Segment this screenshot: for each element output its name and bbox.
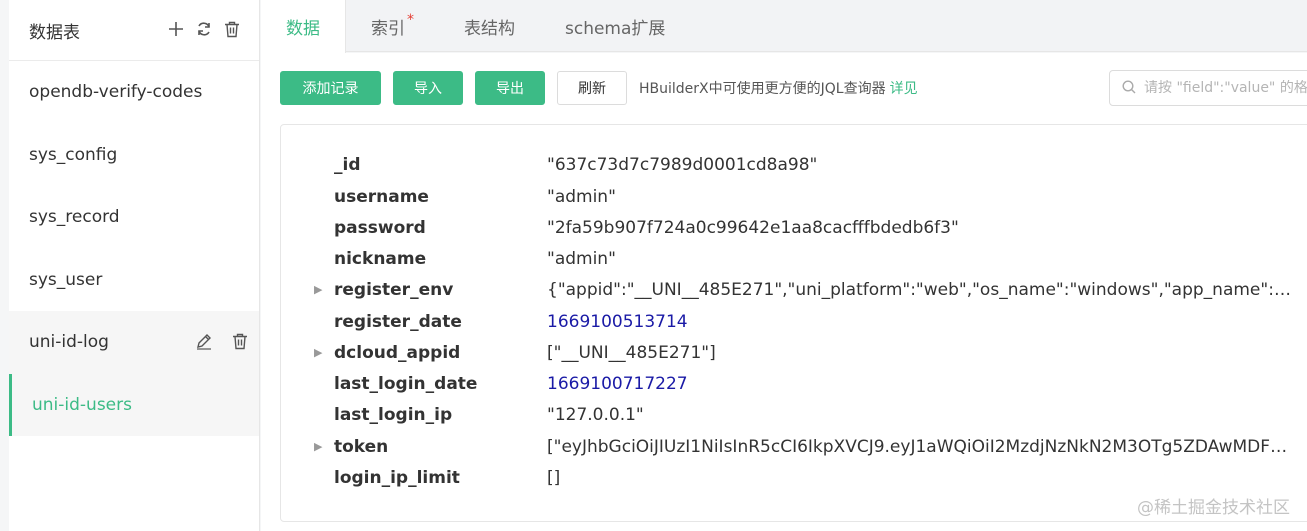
collection-item-label: sys_config — [29, 144, 118, 165]
field-key: last_login_date — [334, 373, 478, 394]
field-value: "2fa59b907f724a0c99642e1aa8cacfffbdedb6f… — [547, 217, 959, 238]
field-key: last_login_ip — [334, 404, 453, 425]
field-row: login_ip_limit [] — [281, 462, 1307, 493]
field-value: {"appid":"__UNI__485E271","uni_platform"… — [547, 279, 1291, 300]
expand-arrow-icon[interactable]: ▶ — [314, 283, 324, 296]
collection-item-label: uni-id-log — [29, 332, 109, 353]
tab-label: 索引 — [371, 18, 405, 39]
sidebar-title: 数据表 — [29, 22, 80, 43]
field-key: register_date — [334, 311, 462, 332]
sidebar-tools — [167, 19, 241, 39]
field-row: password "2fa59b907f724a0c99642e1aa8cacf… — [281, 212, 1307, 243]
field-value: 1669100513714 — [547, 311, 688, 332]
collection-list: opendb-verify-codes sys_config sys_recor… — [9, 61, 259, 436]
collection-row-tools — [195, 331, 249, 351]
field-value: "127.0.0.1" — [547, 404, 644, 425]
field-row-expandable[interactable]: ▶ dcloud_appid ["__UNI__485E271"] — [281, 337, 1307, 368]
watermark: @稀土掘金技术社区 — [1137, 498, 1290, 518]
unsaved-star: * — [407, 12, 414, 28]
tab-label: schema扩展 — [565, 18, 666, 39]
export-button[interactable]: 导出 — [475, 71, 545, 105]
delete-icon[interactable] — [231, 331, 249, 351]
field-key: nickname — [334, 248, 427, 269]
tab-label: 表结构 — [464, 18, 515, 39]
field-value: 1669100717227 — [547, 373, 688, 394]
field-key: register_env — [334, 279, 454, 300]
query-search-box — [1109, 70, 1307, 106]
collection-item-sys-user[interactable]: sys_user — [9, 249, 259, 312]
field-value: "admin" — [547, 248, 616, 269]
document-record: _id "637c73d7c7989d0001cd8a98" username … — [280, 124, 1307, 522]
field-key: _id — [334, 154, 361, 175]
field-row: username "admin" — [281, 181, 1307, 212]
collection-item-label: sys_user — [29, 269, 103, 290]
field-row: last_login_date 1669100717227 — [281, 368, 1307, 399]
collection-item-uni-id-users[interactable]: uni-id-users — [9, 373, 259, 436]
field-value: "admin" — [547, 186, 616, 207]
sidebar-header: 数据表 — [9, 0, 259, 61]
field-value: ["eyJhbGciOiJIUzI1NiIsInR5cCI6IkpXVCJ9.e… — [547, 436, 1291, 457]
collection-sidebar: 数据表 opendb-verify-codes sys_config sys_r… — [9, 0, 260, 531]
tab-index[interactable]: 索引 * — [346, 0, 439, 52]
delete-collection-icon[interactable] — [223, 19, 241, 39]
collection-item-uni-id-log[interactable]: uni-id-log — [9, 311, 259, 374]
data-toolbar: 添加记录 导入 导出 刷新 HBuilderX中可使用更方便的JQL查询器 详见 — [280, 71, 918, 105]
tab-data[interactable]: 数据 — [261, 0, 346, 53]
collection-item-opendb-verify-codes[interactable]: opendb-verify-codes — [9, 61, 259, 124]
field-row-expandable[interactable]: ▶ token ["eyJhbGciOiJIUzI1NiIsInR5cCI6Ik… — [281, 431, 1307, 462]
collection-item-label: opendb-verify-codes — [29, 82, 203, 103]
tab-bar: 数据 索引 * 表结构 schema扩展 — [261, 0, 1307, 53]
import-button[interactable]: 导入 — [393, 71, 463, 105]
expand-arrow-icon[interactable]: ▶ — [314, 440, 324, 453]
tab-label: 数据 — [286, 19, 320, 39]
field-key: token — [334, 436, 389, 457]
jql-tip-text: HBuilderX中可使用更方便的JQL查询器 — [639, 81, 886, 97]
field-row: nickname "admin" — [281, 243, 1307, 274]
jql-details-link[interactable]: 详见 — [890, 81, 918, 97]
add-record-button[interactable]: 添加记录 — [280, 71, 381, 105]
tab-schema[interactable]: 表结构 — [439, 0, 540, 52]
collection-item-label: uni-id-users — [32, 394, 132, 415]
jql-tip: HBuilderX中可使用更方便的JQL查询器 详见 — [639, 78, 918, 98]
field-key: password — [334, 217, 426, 238]
tab-schema-extension[interactable]: schema扩展 — [540, 0, 690, 52]
refresh-button[interactable]: 刷新 — [557, 71, 627, 105]
collection-item-sys-record[interactable]: sys_record — [9, 186, 259, 249]
main-panel: 添加记录 导入 导出 刷新 HBuilderX中可使用更方便的JQL查询器 详见 … — [261, 53, 1307, 531]
field-value: "637c73d7c7989d0001cd8a98" — [547, 154, 818, 175]
add-collection-icon[interactable] — [167, 19, 185, 39]
field-value: [] — [547, 467, 561, 488]
field-row-expandable[interactable]: ▶ register_env {"appid":"__UNI__485E271"… — [281, 274, 1307, 305]
field-key: username — [334, 186, 429, 207]
collection-item-sys-config[interactable]: sys_config — [9, 124, 259, 187]
collection-item-label: sys_record — [29, 207, 120, 228]
field-row: last_login_ip "127.0.0.1" — [281, 399, 1307, 430]
expand-arrow-icon[interactable]: ▶ — [314, 346, 324, 359]
field-row: _id "637c73d7c7989d0001cd8a98" — [281, 149, 1307, 180]
field-value: ["__UNI__485E271"] — [547, 342, 716, 363]
edit-icon[interactable] — [195, 331, 213, 351]
query-input[interactable] — [1144, 80, 1307, 96]
search-icon — [1122, 79, 1136, 98]
field-key: dcloud_appid — [334, 342, 461, 363]
field-row: register_date 1669100513714 — [281, 306, 1307, 337]
field-key: login_ip_limit — [334, 467, 460, 488]
app-root: 数据表 opendb-verify-codes sys_config sys_r… — [0, 0, 1307, 531]
refresh-icon[interactable] — [195, 19, 213, 39]
